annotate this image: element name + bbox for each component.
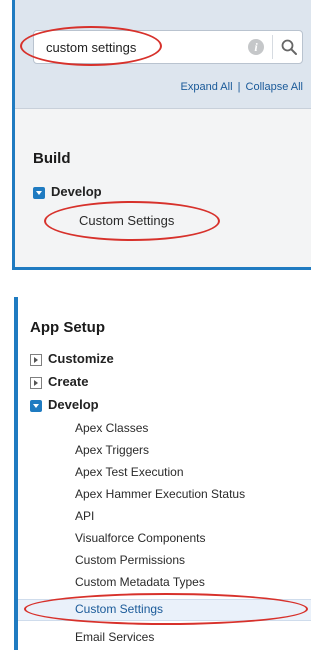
collapse-all-link[interactable]: Collapse All bbox=[246, 81, 303, 93]
tree-item-custom-permissions[interactable]: Custom Permissions bbox=[75, 553, 185, 567]
tree-item-visualforce-components[interactable]: Visualforce Components bbox=[75, 531, 206, 545]
tree-item-api[interactable]: API bbox=[75, 509, 94, 523]
expand-collapse-row: Expand All | Collapse All bbox=[15, 81, 303, 93]
expanded-arrow-icon[interactable] bbox=[30, 400, 42, 412]
tree-item-custom-settings[interactable]: Custom Settings bbox=[79, 213, 174, 228]
search-area: i Expand All | Collapse All bbox=[15, 0, 311, 108]
tree-item-apex-triggers[interactable]: Apex Triggers bbox=[75, 443, 149, 457]
build-heading: Build bbox=[33, 150, 71, 167]
tree-item-develop[interactable]: Develop bbox=[51, 184, 102, 199]
app-setup-panel: App Setup Customize Create Develop Apex … bbox=[14, 297, 311, 650]
tree-item-create[interactable]: Create bbox=[48, 374, 88, 389]
collapsed-arrow-icon[interactable] bbox=[30, 377, 42, 389]
tree-item-email-services[interactable]: Email Services bbox=[75, 630, 154, 644]
tree-item-customize[interactable]: Customize bbox=[48, 351, 114, 366]
tree-item-apex-test-execution[interactable]: Apex Test Execution bbox=[75, 465, 184, 479]
expanded-arrow-icon[interactable] bbox=[33, 187, 45, 199]
search-divider bbox=[272, 35, 273, 59]
expand-all-link[interactable]: Expand All bbox=[181, 81, 233, 93]
selected-row-highlight bbox=[18, 599, 311, 621]
tree-item-apex-classes[interactable]: Apex Classes bbox=[75, 421, 148, 435]
collapsed-arrow-icon[interactable] bbox=[30, 354, 42, 366]
tree-item-develop[interactable]: Develop bbox=[48, 397, 99, 412]
search-icon[interactable] bbox=[280, 38, 298, 56]
setup-search-panel: i Expand All | Collapse All Build Develo… bbox=[12, 0, 311, 270]
tree-item-apex-hammer-execution-status[interactable]: Apex Hammer Execution Status bbox=[75, 487, 245, 501]
divider bbox=[15, 108, 311, 121]
info-icon[interactable]: i bbox=[248, 39, 264, 55]
app-setup-heading: App Setup bbox=[30, 319, 105, 336]
link-separator: | bbox=[237, 81, 241, 93]
search-input[interactable] bbox=[46, 37, 236, 57]
search-box[interactable]: i bbox=[33, 30, 303, 64]
tree-item-custom-settings[interactable]: Custom Settings bbox=[75, 602, 163, 616]
tree-item-custom-metadata-types[interactable]: Custom Metadata Types bbox=[75, 575, 205, 589]
